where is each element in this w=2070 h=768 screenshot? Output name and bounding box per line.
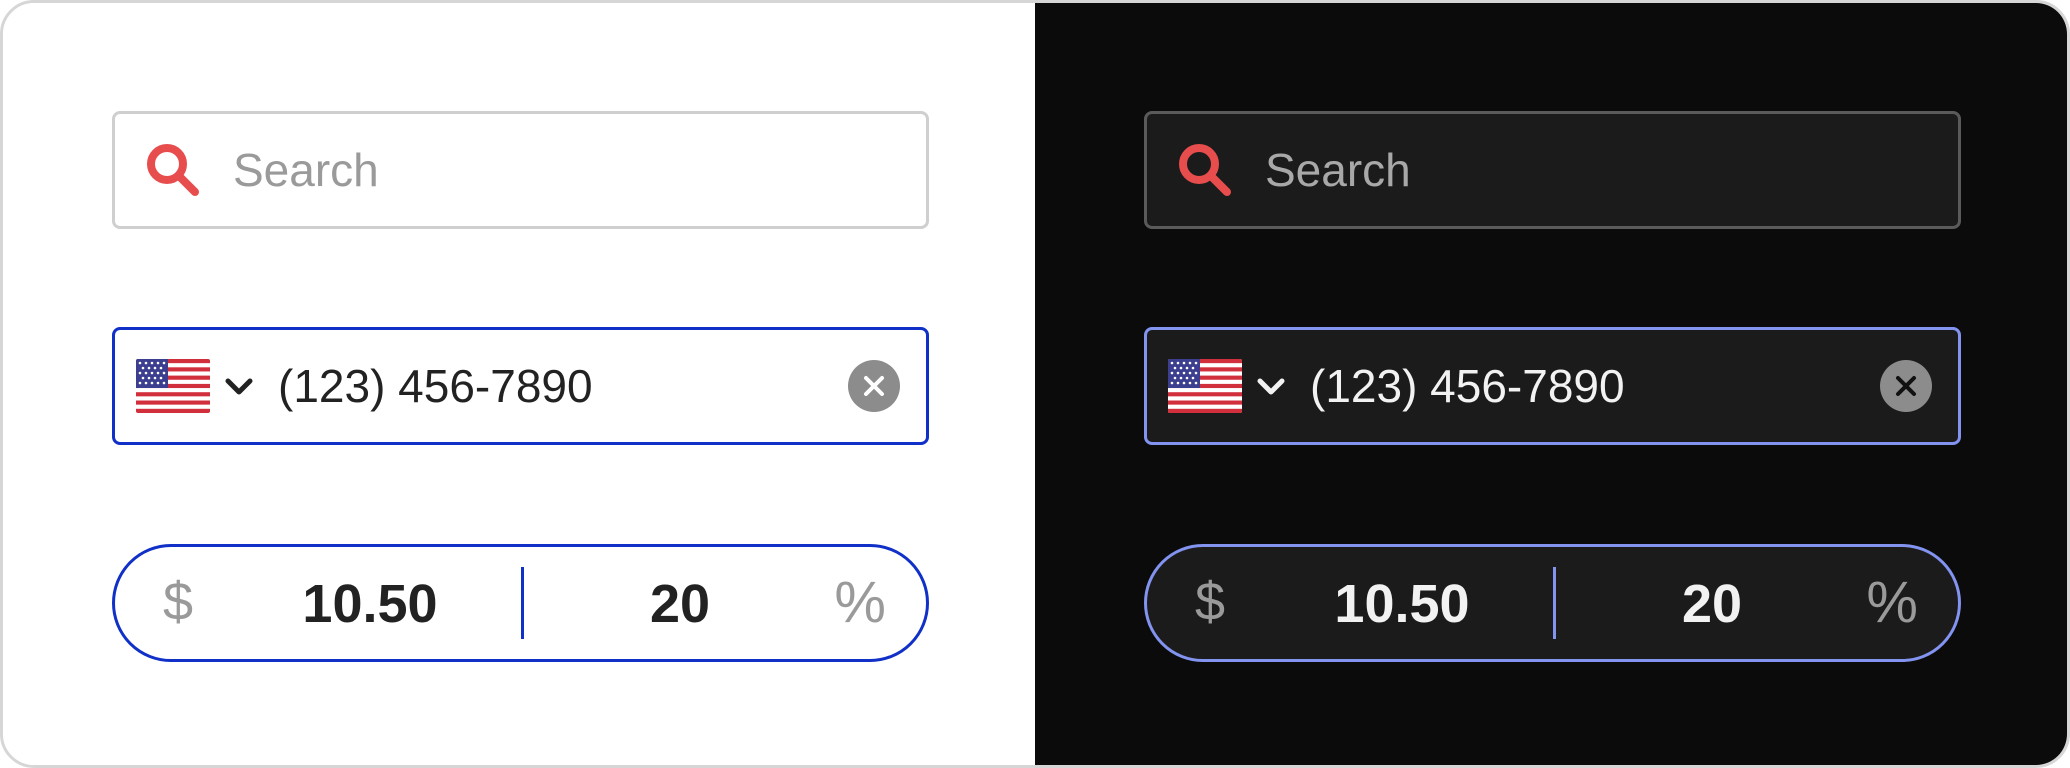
field-divider	[521, 567, 524, 639]
phone-field[interactable]: (123) 456-7890	[1144, 327, 1961, 445]
search-icon	[147, 144, 199, 196]
close-icon	[864, 376, 884, 396]
dollar-sign-icon: $	[163, 572, 194, 632]
amount-percent-field[interactable]: $ 10.50 20 %	[1144, 544, 1961, 662]
amount-percent-field[interactable]: $ 10.50 20 %	[112, 544, 929, 662]
theme-comparison-frame: (123) 456-7890 $ 10.50 20 %	[0, 0, 2070, 768]
search-icon	[1179, 144, 1231, 196]
search-input[interactable]	[233, 130, 926, 210]
close-icon	[1896, 376, 1916, 396]
amount-input[interactable]: 10.50	[275, 573, 465, 635]
percent-input[interactable]: 20	[595, 573, 765, 635]
dollar-sign-icon: $	[1195, 572, 1226, 632]
field-divider	[1553, 567, 1556, 639]
chevron-down-icon[interactable]	[1254, 369, 1288, 403]
clear-button[interactable]	[848, 360, 900, 412]
percent-sign-icon: %	[834, 570, 886, 635]
chevron-down-icon[interactable]	[222, 369, 256, 403]
light-theme-panel: (123) 456-7890 $ 10.50 20 %	[3, 3, 1035, 765]
us-flag-icon[interactable]	[1168, 359, 1242, 413]
search-field[interactable]	[112, 111, 929, 229]
search-field[interactable]	[1144, 111, 1961, 229]
phone-field[interactable]: (123) 456-7890	[112, 327, 929, 445]
dark-theme-panel: (123) 456-7890 $ 10.50 20 %	[1035, 3, 2067, 765]
search-input[interactable]	[1265, 130, 1958, 210]
clear-button[interactable]	[1880, 360, 1932, 412]
us-flag-icon[interactable]	[136, 359, 210, 413]
percent-input[interactable]: 20	[1627, 573, 1797, 635]
phone-number-input[interactable]: (123) 456-7890	[278, 359, 848, 413]
phone-number-input[interactable]: (123) 456-7890	[1310, 359, 1880, 413]
percent-sign-icon: %	[1866, 570, 1918, 635]
amount-input[interactable]: 10.50	[1307, 573, 1497, 635]
